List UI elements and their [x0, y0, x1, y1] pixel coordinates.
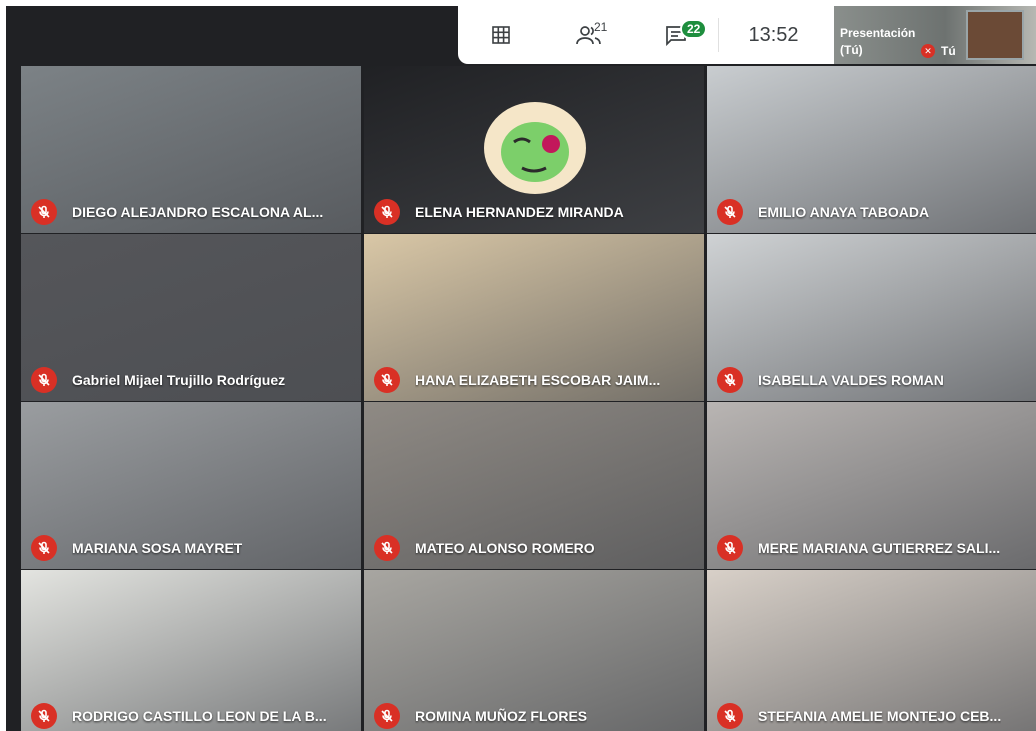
participant-name: DIEGO ALEJANDRO ESCALONA AL...: [72, 204, 324, 220]
participant-tile[interactable]: RODRIGO CASTILLO LEON DE LA B...: [21, 570, 361, 731]
grid-view-button[interactable]: [458, 6, 544, 64]
participant-name: ELENA HERNANDEZ MIRANDA: [415, 204, 624, 220]
participant-name-row: EMILIO ANAYA TABOADA: [717, 199, 929, 225]
mic-off-icon: [374, 199, 400, 225]
participant-tile[interactable]: EMILIO ANAYA TABOADA: [707, 66, 1036, 233]
participant-name-row: DIEGO ALEJANDRO ESCALONA AL...: [31, 199, 323, 225]
participant-name-row: ELENA HERNANDEZ MIRANDA: [374, 199, 624, 225]
participant-name: RODRIGO CASTILLO LEON DE LA B...: [72, 708, 327, 724]
mic-off-icon: [374, 703, 400, 729]
participant-tile[interactable]: DIEGO ALEJANDRO ESCALONA AL...: [21, 66, 361, 233]
participant-name-row: MATEO ALONSO ROMERO: [374, 535, 595, 561]
participant-name: Gabriel Mijael Trujillo Rodríguez: [72, 372, 286, 388]
participant-tile[interactable]: ROMINA MUÑOZ FLORES: [364, 570, 704, 731]
participant-tile[interactable]: MATEO ALONSO ROMERO: [364, 402, 704, 569]
presentation-owner-label: (Tú): [840, 43, 863, 57]
participant-tile[interactable]: STEFANIA AMELIE MONTEJO CEB...: [707, 570, 1036, 731]
mic-off-icon: [717, 367, 743, 393]
participant-tile[interactable]: Gabriel Mijael Trujillo Rodríguez: [21, 234, 361, 401]
participant-name: ROMINA MUÑOZ FLORES: [415, 708, 588, 724]
grid-view-icon: [492, 26, 510, 44]
mic-off-icon: [717, 199, 743, 225]
chat-button[interactable]: 22: [634, 6, 718, 64]
participant-name: MARIANA SOSA MAYRET: [72, 540, 243, 556]
participant-name-row: MARIANA SOSA MAYRET: [31, 535, 242, 561]
participants-button[interactable]: 21: [544, 6, 634, 64]
mic-off-icon: [31, 199, 57, 225]
mic-off-icon: [31, 367, 57, 393]
mic-off-icon: [717, 703, 743, 729]
participant-tile[interactable]: ELENA HERNANDEZ MIRANDA: [364, 66, 704, 233]
participant-name-row: ROMINA MUÑOZ FLORES: [374, 703, 587, 729]
participant-count: 21: [594, 20, 608, 34]
participant-name-row: RODRIGO CASTILLO LEON DE LA B...: [31, 703, 327, 729]
participant-name-row: MERE MARIANA GUTIERREZ SALI...: [717, 535, 1000, 561]
participant-tile[interactable]: MERE MARIANA GUTIERREZ SALI...: [707, 402, 1036, 569]
participant-name-row: STEFANIA AMELIE MONTEJO CEB...: [717, 703, 1001, 729]
meeting-toolbar: 21 22 13:52: [458, 6, 834, 64]
participant-name: MERE MARIANA GUTIERREZ SALI...: [758, 540, 1001, 556]
participant-tile[interactable]: ISABELLA VALDES ROMAN: [707, 234, 1036, 401]
meeting-clock: 13:52: [718, 18, 828, 52]
mic-off-icon: [31, 703, 57, 729]
participant-name-row: ISABELLA VALDES ROMAN: [717, 367, 944, 393]
mic-off-icon: ✕: [921, 44, 935, 58]
participant-tile[interactable]: HANA ELIZABETH ESCOBAR JAIM...: [364, 234, 704, 401]
mic-off-icon: [374, 535, 400, 561]
self-name: Tú: [941, 44, 956, 58]
self-view[interactable]: Presentación (Tú) ✕ Tú: [834, 6, 1036, 64]
participant-name: HANA ELIZABETH ESCOBAR JAIM...: [415, 372, 661, 388]
mic-off-icon: [31, 535, 57, 561]
mic-off-icon: [717, 535, 743, 561]
participant-tile[interactable]: MARIANA SOSA MAYRET: [21, 402, 361, 569]
presentation-label: Presentación: [840, 26, 916, 40]
participant-name-row: HANA ELIZABETH ESCOBAR JAIM...: [374, 367, 660, 393]
participant-name: ISABELLA VALDES ROMAN: [758, 372, 944, 388]
participant-name: MATEO ALONSO ROMERO: [415, 540, 595, 556]
mic-off-icon: [374, 367, 400, 393]
participant-name-row: Gabriel Mijael Trujillo Rodríguez: [31, 367, 285, 393]
self-view-thumbnail: [966, 10, 1024, 60]
participant-name: STEFANIA AMELIE MONTEJO CEB...: [758, 708, 1002, 724]
chat-count-badge: 22: [680, 19, 708, 39]
participant-name: EMILIO ANAYA TABOADA: [758, 204, 930, 220]
participant-avatar: [484, 102, 586, 194]
